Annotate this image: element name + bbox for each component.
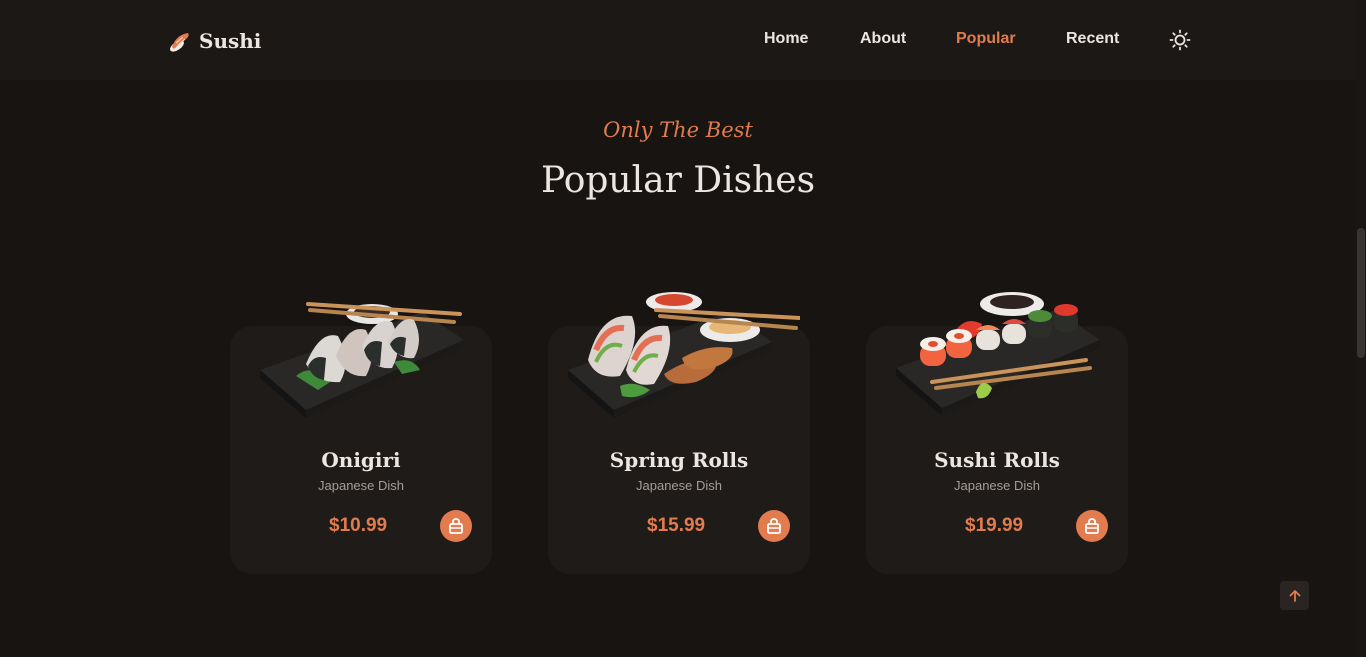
shopping-bag-icon: [449, 518, 463, 534]
arrow-up-icon: [1289, 589, 1300, 602]
shopping-bag-icon: [767, 518, 781, 534]
spring-rolls-image: [568, 292, 800, 418]
page-scrollbar[interactable]: [1356, 0, 1366, 657]
scroll-up-button[interactable]: [1280, 581, 1309, 610]
nav-about[interactable]: About: [860, 30, 906, 48]
dish-card-onigiri: Onigiri Japanese Dish $10.99: [230, 302, 492, 574]
dish-name: Spring Rolls: [609, 448, 749, 472]
dish-type: Japanese Dish: [636, 478, 722, 493]
nav-recent[interactable]: Recent: [1066, 30, 1119, 48]
nav-popular[interactable]: Popular: [956, 30, 1016, 48]
shopping-bag-icon: [1085, 518, 1099, 534]
site-header: Sushi Home About Popular Recent: [0, 0, 1356, 80]
brand-name: Sushi: [199, 29, 262, 53]
sun-icon[interactable]: [1169, 29, 1191, 51]
dish-type: Japanese Dish: [954, 478, 1040, 493]
dish-type: Japanese Dish: [318, 478, 404, 493]
dish-card-spring-rolls: Spring Rolls Japanese Dish $15.99: [548, 292, 810, 574]
scrollbar-thumb[interactable]: [1357, 228, 1365, 358]
dish-price: $19.99: [965, 515, 1024, 536]
add-to-cart-button[interactable]: [440, 510, 472, 542]
dish-card-sushi-rolls: Sushi Rolls Japanese Dish $19.99: [866, 292, 1128, 574]
dish-price: $10.99: [329, 515, 388, 536]
add-to-cart-button[interactable]: [1076, 510, 1108, 542]
dish-name: Sushi Rolls: [934, 448, 1060, 472]
sushi-logo-icon: [170, 33, 189, 52]
onigiri-image: [260, 302, 464, 418]
nav-home[interactable]: Home: [764, 30, 808, 48]
add-to-cart-button[interactable]: [758, 510, 790, 542]
section-title: Popular Dishes: [540, 160, 816, 201]
brand-logo[interactable]: Sushi: [166, 26, 261, 56]
dish-price: $15.99: [647, 515, 706, 536]
sushi-rolls-image: [896, 292, 1100, 416]
dish-name: Onigiri: [321, 448, 401, 472]
section-subtitle: Only The Best: [603, 118, 753, 142]
